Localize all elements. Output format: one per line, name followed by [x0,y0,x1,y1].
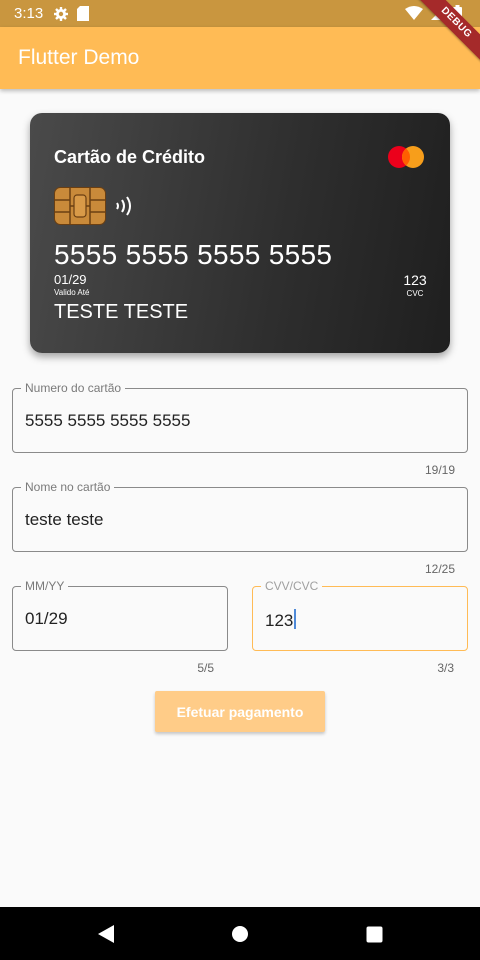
recents-button[interactable] [361,921,387,947]
home-icon [232,926,248,942]
back-icon [98,925,114,943]
card-name-field[interactable]: Nome no cartão teste teste [12,480,468,552]
app-bar: Flutter Demo [0,27,480,89]
credit-card-preview: Cartão de Crédito 5555 5555 5555 5555 01… [30,113,450,353]
text-cursor [294,609,297,629]
sd-card-icon [77,6,90,21]
status-time: 3:13 [14,5,44,22]
expiry-field[interactable]: MM/YY 01/29 [12,579,228,651]
pay-button[interactable]: Efetuar pagamento [155,691,325,732]
cvv-input-wrap[interactable]: 123 [265,609,297,631]
expiry-label: MM/YY [21,579,69,593]
recents-icon [366,926,382,942]
expiry-input[interactable]: 01/29 [25,609,68,629]
card-name-label: Nome no cartão [21,480,115,494]
card-number-input[interactable]: 5555 5555 5555 5555 [25,411,190,431]
card-holder-display: TESTE TESTE [54,301,189,323]
contactless-icon [116,196,131,216]
cvv-input[interactable]: 123 [265,611,293,630]
card-cvc-label: CVC [406,289,424,298]
card-expiry-label: Valido Até [54,288,90,297]
app-title: Flutter Demo [18,46,140,69]
expiry-counter: 5/5 [197,661,214,675]
card-cvc-display: 123 [403,272,427,288]
navigation-bar [0,907,480,960]
card-name-input[interactable]: teste teste [25,510,103,530]
card-number-display: 5555 5555 5555 5555 [54,239,333,270]
card-expiry-display: 01/29 [54,272,87,287]
home-button[interactable] [227,921,253,947]
card-name-counter: 12/25 [424,562,455,576]
mastercard-logo-icon [388,146,424,168]
card-number-field[interactable]: Numero do cartão 5555 5555 5555 5555 [12,381,468,453]
card-title: Cartão de Crédito [54,147,206,167]
cvv-field[interactable]: CVV/CVC 123 [252,579,468,651]
chip-icon [54,187,106,225]
wifi-icon [405,5,423,20]
gear-icon [54,6,69,21]
back-button[interactable] [93,921,119,947]
status-bar: 3:13 [0,0,480,27]
card-number-counter: 19/19 [424,463,455,477]
card-number-label: Numero do cartão [21,381,126,395]
cvv-label: CVV/CVC [261,579,323,593]
cvv-counter: 3/3 [437,661,454,675]
